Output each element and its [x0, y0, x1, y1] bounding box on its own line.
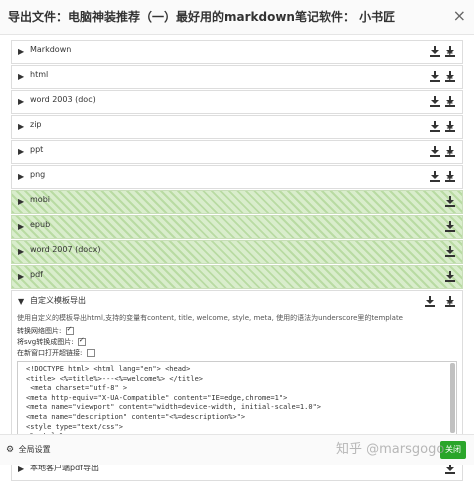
add-icon[interactable]: +	[444, 120, 456, 134]
download-icon[interactable]	[444, 220, 456, 234]
code-line: <meta http-equiv="X-UA-Compatible" conte…	[26, 393, 288, 402]
format-row[interactable]: ▶ zip +	[11, 115, 463, 139]
row-actions: +	[426, 69, 456, 85]
format-label: pdf	[30, 270, 43, 279]
caret-right-icon[interactable]: ▶	[18, 72, 24, 81]
add-icon[interactable]: +	[444, 295, 456, 309]
option-label: 转换网络图片:	[17, 327, 62, 335]
format-label: png	[30, 170, 46, 179]
row-actions	[441, 194, 456, 210]
download-icon[interactable]	[429, 95, 441, 109]
format-row[interactable]: ▶ word 2007 (docx)	[11, 240, 463, 264]
caret-right-icon[interactable]: ▶	[18, 122, 24, 131]
dialog-header: 导出文件：电脑神装推荐（一）最好用的markdown笔记软件： 小书匠 ×	[0, 0, 474, 35]
download-icon[interactable]	[444, 270, 456, 284]
format-row[interactable]: ▶ ppt +	[11, 140, 463, 164]
option-svg-to-image[interactable]: 将svg转换成图片:	[17, 336, 86, 347]
caret-down-icon[interactable]: ▼	[18, 297, 24, 306]
format-label: ppt	[30, 145, 44, 154]
row-actions: +	[426, 44, 456, 60]
format-row[interactable]: ▶ png +	[11, 165, 463, 189]
format-label: mobi	[30, 195, 50, 204]
row-actions	[441, 269, 456, 285]
code-line: <meta charset="utf-8" >	[26, 384, 128, 393]
checkbox-convert-network-images[interactable]	[65, 325, 74, 335]
global-settings-button[interactable]: ⚙ 全局设置	[6, 444, 51, 455]
format-label: Markdown	[30, 45, 72, 54]
download-icon[interactable]	[444, 195, 456, 209]
add-icon[interactable]: +	[444, 45, 456, 59]
format-row[interactable]: ▶ epub	[11, 215, 463, 239]
checkbox-svg-to-image[interactable]	[77, 336, 86, 346]
download-icon[interactable]	[429, 120, 441, 134]
format-label: zip	[30, 120, 42, 129]
download-icon[interactable]	[429, 170, 441, 184]
code-line: <meta name="viewport" content="width=dev…	[26, 403, 322, 412]
download-icon[interactable]	[429, 145, 441, 159]
add-icon[interactable]: +	[444, 145, 456, 159]
row-actions	[441, 219, 456, 235]
caret-right-icon[interactable]: ▶	[18, 464, 24, 473]
row-actions	[441, 244, 456, 260]
add-icon[interactable]: +	[444, 70, 456, 84]
format-label: html	[30, 70, 49, 79]
format-label: epub	[30, 220, 51, 229]
download-icon[interactable]	[444, 245, 456, 259]
row-actions: +	[426, 94, 456, 110]
code-line: <title> <%=title%>---<%=welcome%> </titl…	[26, 374, 204, 383]
add-icon[interactable]: +	[444, 95, 456, 109]
watermark: 知乎 @marsgogo	[336, 442, 445, 457]
checkbox-open-links-new-window[interactable]	[86, 349, 95, 357]
option-label: 将svg转换成图片:	[17, 338, 74, 346]
dialog-title: 导出文件：电脑神装推荐（一）最好用的markdown笔记软件： 小书匠	[8, 10, 396, 24]
caret-right-icon[interactable]: ▶	[18, 172, 24, 181]
download-icon[interactable]	[424, 295, 436, 309]
format-row[interactable]: ▶ word 2003 (doc) +	[11, 90, 463, 114]
global-settings-label: 全局设置	[18, 445, 51, 454]
editor-scrollbar[interactable]	[450, 363, 455, 433]
row-actions: +	[426, 144, 456, 160]
format-row[interactable]: ▶ mobi	[11, 190, 463, 214]
caret-right-icon[interactable]: ▶	[18, 197, 24, 206]
format-label: word 2007 (docx)	[30, 245, 101, 254]
download-icon[interactable]	[429, 45, 441, 59]
format-row[interactable]: ▶ Markdown +	[11, 40, 463, 64]
option-convert-network-images[interactable]: 转换网络图片:	[17, 325, 74, 336]
code-line: <meta name="description" content="<%=des…	[26, 412, 246, 421]
gear-icon: ⚙	[6, 445, 15, 455]
caret-right-icon[interactable]: ▶	[18, 222, 24, 231]
option-open-links-new-window[interactable]: 在新窗口打开超链接:	[17, 348, 95, 358]
caret-right-icon[interactable]: ▶	[18, 97, 24, 106]
caret-right-icon[interactable]: ▶	[18, 247, 24, 256]
row-actions: +	[426, 119, 456, 135]
caret-right-icon[interactable]: ▶	[18, 272, 24, 281]
download-icon[interactable]	[429, 70, 441, 84]
format-row[interactable]: ▶ html +	[11, 65, 463, 89]
format-row[interactable]: ▶ pdf	[11, 265, 463, 289]
add-icon[interactable]: +	[444, 170, 456, 184]
row-actions: +	[426, 169, 456, 185]
caret-right-icon[interactable]: ▶	[18, 47, 24, 56]
row-actions: +	[421, 294, 456, 310]
code-line: <!DOCTYPE html> <html lang="en"> <head>	[26, 365, 191, 373]
close-icon[interactable]: ×	[453, 6, 466, 25]
caret-right-icon[interactable]: ▶	[18, 147, 24, 156]
format-label: word 2003 (doc)	[30, 95, 96, 104]
option-label: 在新窗口打开超链接:	[17, 349, 83, 357]
code-line: <style type="text/css">	[26, 422, 123, 431]
custom-template-label[interactable]: 自定义模板导出	[30, 295, 86, 306]
export-format-list: ▶ Markdown + ▶ html + ▶ word 2003 (doc) + ▶ zip + ▶ p…	[11, 40, 463, 482]
custom-template-panel: ▼ 自定义模板导出 + 使用自定义的模板导出html,支持的变量有content…	[11, 290, 463, 456]
custom-template-description: 使用自定义的模板导出html,支持的变量有content, title, wel…	[17, 314, 403, 322]
